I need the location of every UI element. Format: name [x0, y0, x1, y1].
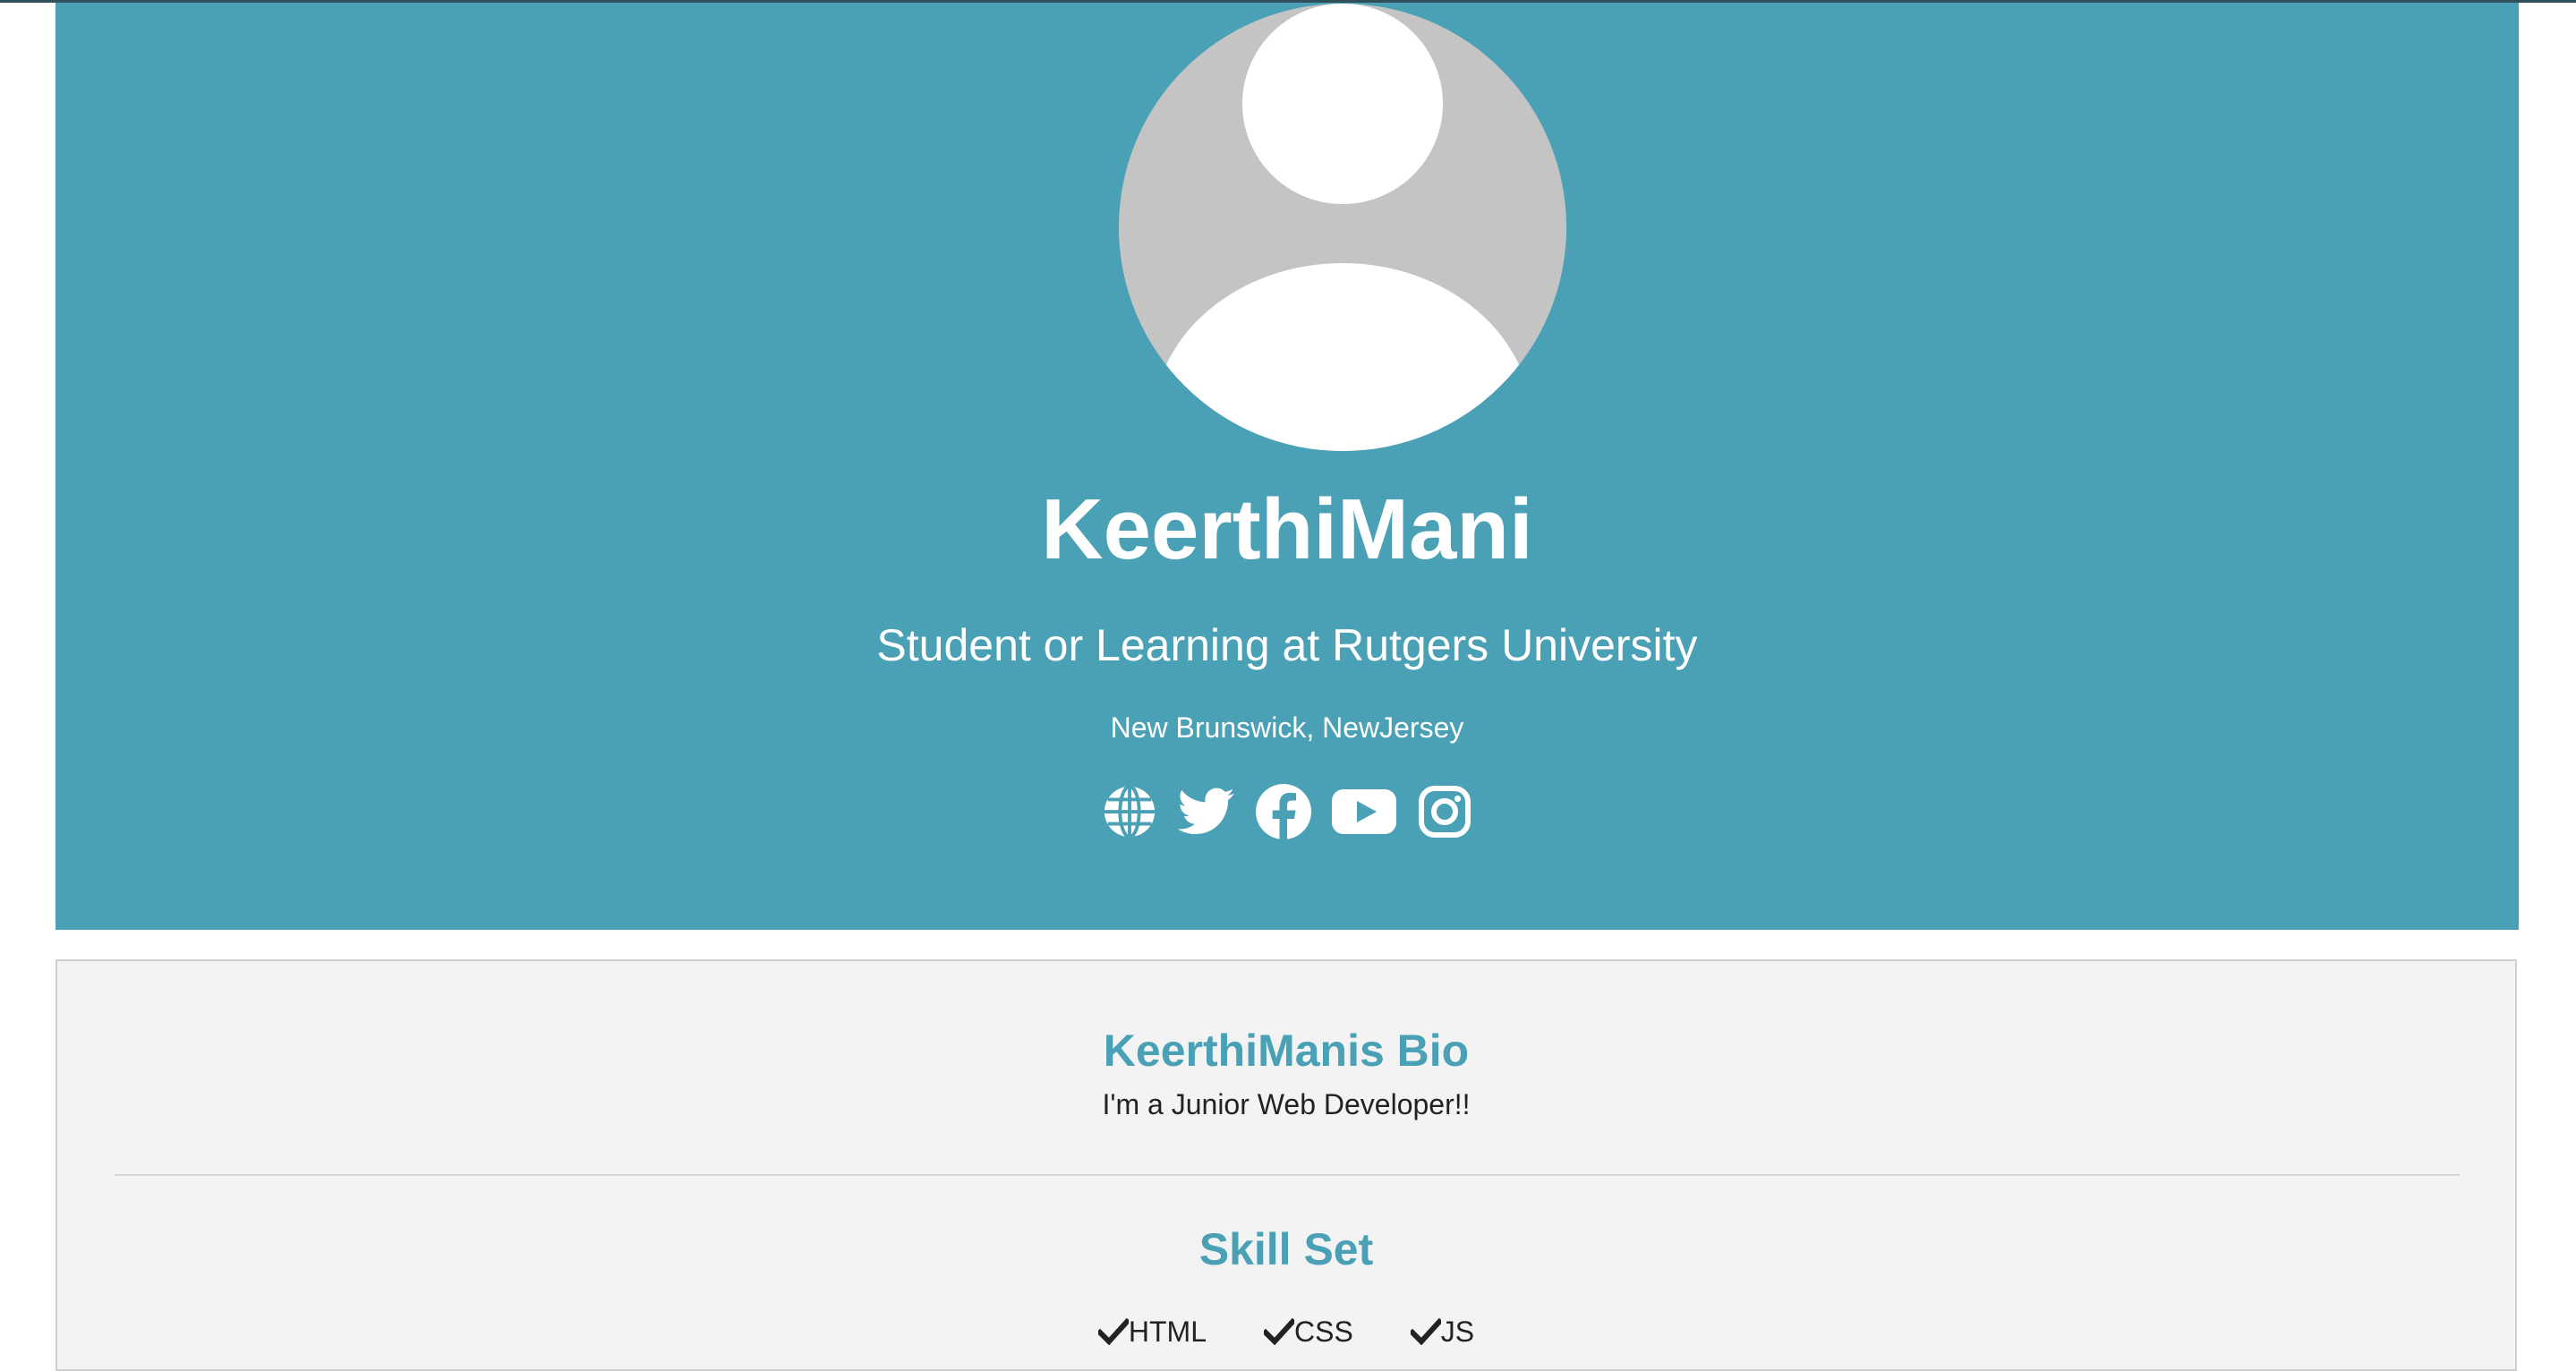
avatar: [1119, 4, 1566, 451]
facebook-icon[interactable]: [1255, 783, 1312, 840]
bio-card: KeerthiManis Bio I'm a Junior Web Develo…: [55, 959, 2517, 1371]
youtube-icon[interactable]: [1332, 783, 1396, 840]
social-links: [55, 783, 2519, 842]
skills-title: Skill Set: [1198, 1224, 1374, 1274]
twitter-icon[interactable]: [1178, 783, 1235, 840]
profile-tagline: Student or Learning at Rutgers Universit…: [876, 620, 1698, 670]
check-icon: [1263, 1318, 1294, 1345]
profile-location: New Brunswick, NewJersey: [1110, 711, 1464, 744]
check-icon: [1097, 1318, 1129, 1345]
skill-label: JS: [1440, 1316, 1475, 1348]
skill-label: HTML: [1128, 1316, 1207, 1348]
skill-item: CSS: [1263, 1314, 1353, 1350]
profile-name: KeerthiMani: [1041, 481, 1533, 577]
profile-header: KeerthiMani Student or Learning at Rutge…: [55, 3, 2519, 930]
instagram-icon[interactable]: [1416, 783, 1473, 840]
section-divider: [115, 1174, 2460, 1176]
check-icon: [1410, 1318, 1441, 1345]
skill-item: JS: [1410, 1314, 1475, 1350]
avatar-silhouette-icon: [1119, 4, 1566, 451]
skill-label: CSS: [1293, 1316, 1353, 1348]
bio-title: KeerthiManis Bio: [1103, 1026, 1470, 1076]
skill-item: HTML: [1097, 1314, 1207, 1350]
globe-icon[interactable]: [1101, 783, 1158, 840]
bio-text: I'm a Junior Web Developer!!: [1102, 1088, 1471, 1120]
skills-list: HTML CSS JS: [57, 1314, 2515, 1350]
